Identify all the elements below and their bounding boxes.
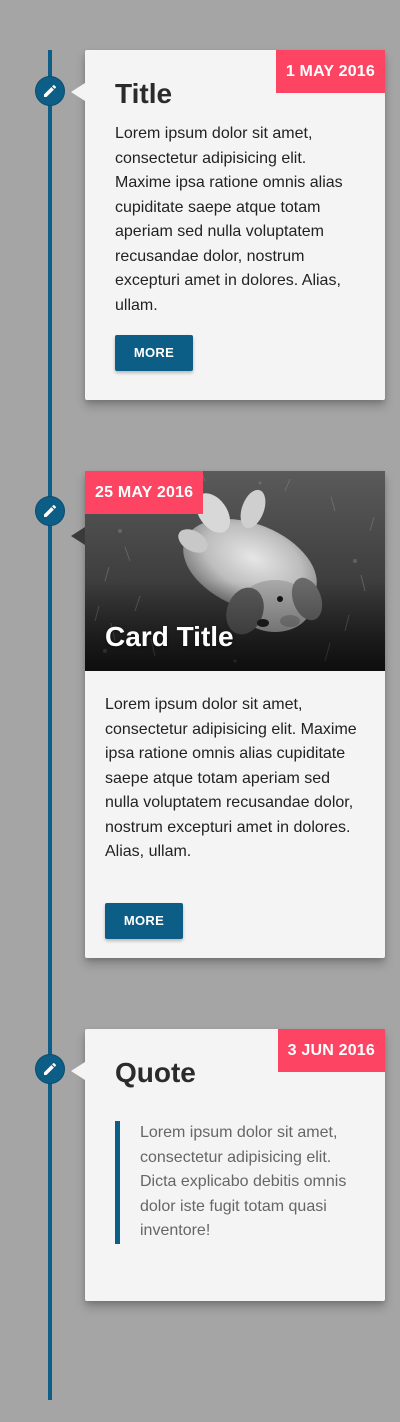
date-badge: 25 MAY 2016 — [85, 471, 204, 514]
timeline-card-1: 1 MAY 2016 Title Lorem ipsum dolor sit a… — [71, 50, 385, 400]
card-pointer — [71, 1062, 85, 1080]
card-pointer — [71, 83, 85, 101]
card-title: Title — [115, 78, 173, 109]
date-badge: 3 JUN 2016 — [277, 1029, 385, 1072]
card-title: Quote — [115, 1057, 196, 1088]
timeline-line — [48, 50, 52, 1400]
quote-text: Lorem ipsum dolor sit amet, consectetur … — [140, 1124, 347, 1239]
more-button[interactable]: MORE — [115, 335, 193, 371]
pencil-icon — [42, 1061, 58, 1077]
card-pointer — [71, 527, 85, 545]
timeline-card-3: 3 JUN 2016 Quote Lorem ipsum dolor sit a… — [71, 1029, 385, 1301]
card-text: Lorem ipsum dolor sit amet, consectetur … — [115, 125, 343, 314]
timeline-marker-3 — [35, 1054, 65, 1084]
timeline-marker-2 — [35, 496, 65, 526]
card-text: Lorem ipsum dolor sit amet, consectetur … — [105, 696, 357, 860]
blockquote: Lorem ipsum dolor sit amet, consectetur … — [115, 1121, 370, 1244]
image-card-title: Card Title — [105, 621, 234, 652]
more-button[interactable]: MORE — [105, 903, 183, 939]
timeline-card-2: Card Title 25 MAY 2016 Lorem ipsum dolor… — [71, 471, 385, 958]
timeline-marker-1 — [35, 76, 65, 106]
pencil-icon — [42, 83, 58, 99]
date-badge: 1 MAY 2016 — [275, 50, 385, 93]
pencil-icon — [42, 503, 58, 519]
